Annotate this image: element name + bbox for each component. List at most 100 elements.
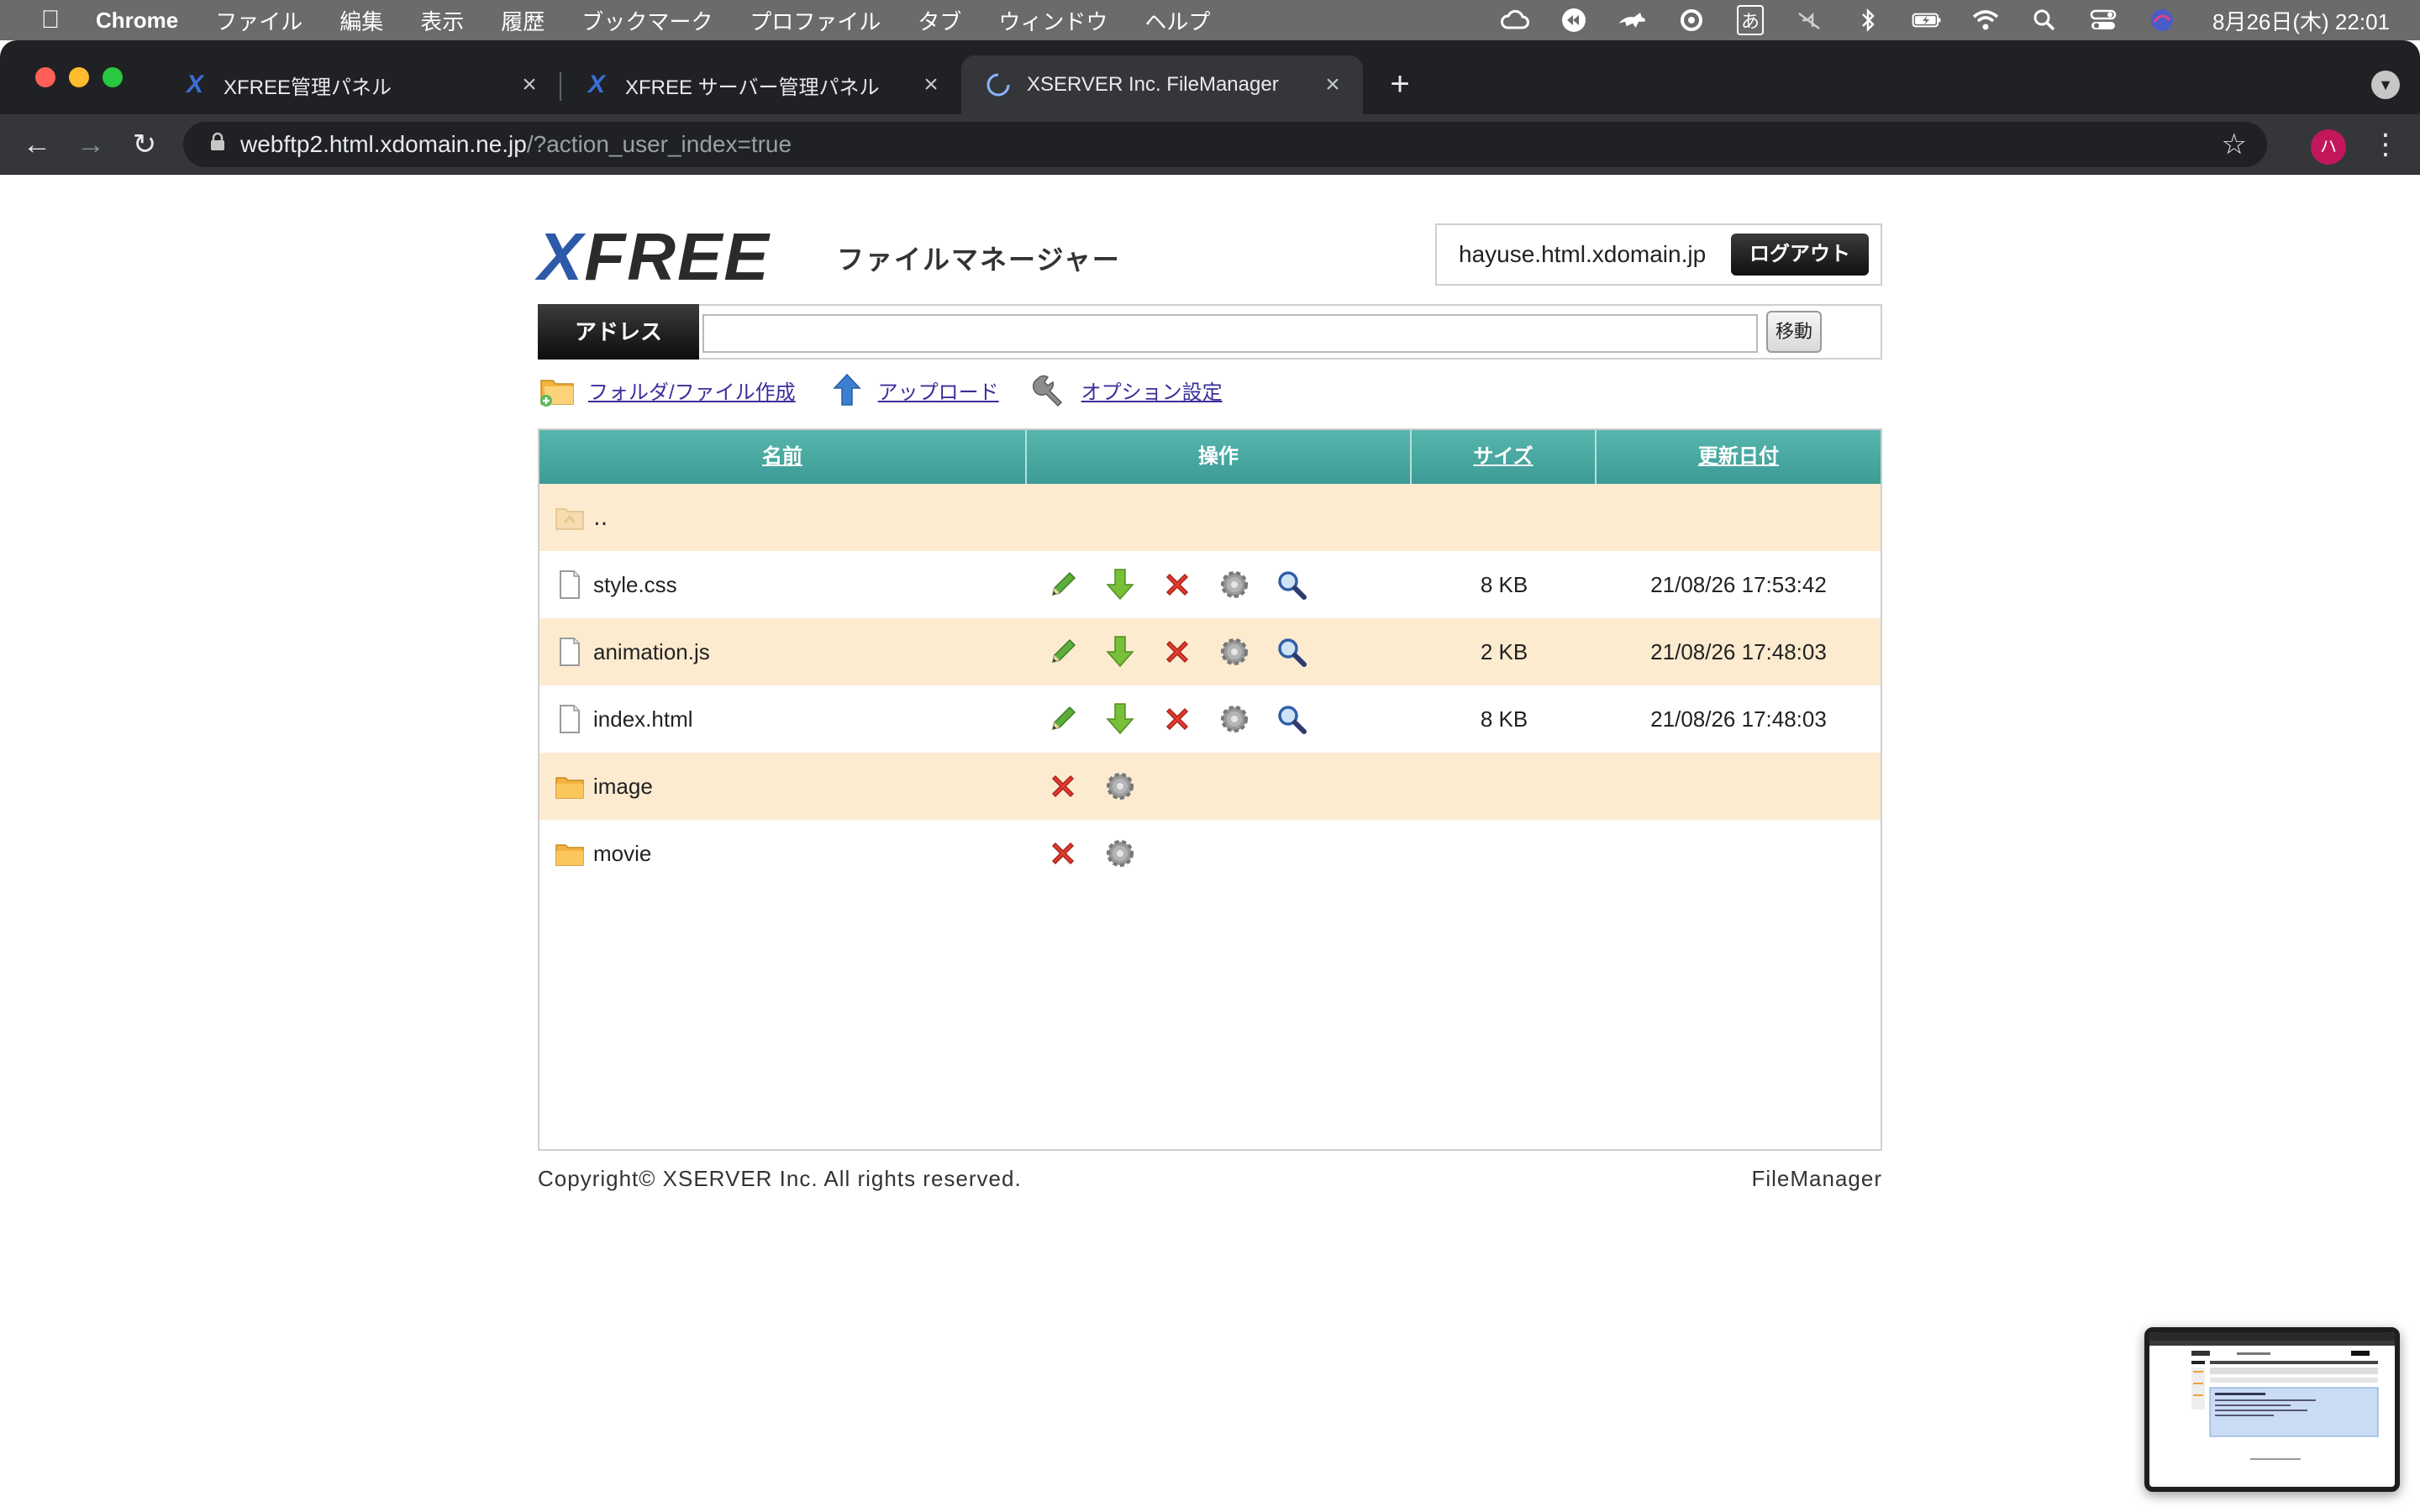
browser-menu-icon[interactable]: ⋮ [2371, 126, 2400, 163]
delete-x-icon[interactable] [1042, 765, 1084, 807]
address-label: アドレス [538, 304, 699, 360]
creative-cloud-icon[interactable] [1500, 7, 1530, 34]
permission-gear-icon[interactable] [1213, 698, 1255, 740]
table-row-parent[interactable]: ‥ [539, 484, 1881, 551]
browser-tab-filemanager[interactable]: XSERVER Inc. FileManager × [961, 55, 1363, 114]
browser-toolbar: ← → ↻ webftp2.html.xdomain.ne.jp/?action… [0, 114, 2420, 175]
edit-pencil-icon[interactable] [1042, 698, 1084, 740]
tab-search-chevron-icon[interactable]: ▼ [2371, 71, 2400, 99]
delete-x-icon[interactable] [1042, 832, 1084, 874]
view-magnifier-icon[interactable] [1270, 698, 1313, 740]
menubar-edit[interactable]: 編集 [339, 5, 383, 36]
menubar-tab[interactable]: タブ [918, 5, 961, 36]
user-host: hayuse.html.xdomain.jp [1459, 241, 1707, 267]
menubar-window[interactable]: ウィンドウ [998, 5, 1107, 36]
go-button[interactable]: 移動 [1766, 311, 1822, 353]
file-name[interactable]: animation.js [593, 639, 710, 665]
column-header-name[interactable]: 名前 [539, 430, 1027, 484]
delete-x-icon[interactable] [1156, 564, 1198, 606]
folder-icon [555, 769, 585, 803]
mute-icon[interactable] [1794, 7, 1824, 34]
apple-icon[interactable]:  [34, 6, 67, 34]
macos-menubar:  Chrome ファイル 編集 表示 履歴 ブックマーク プロファイル タブ … [0, 0, 2420, 40]
edit-pencil-icon[interactable] [1042, 564, 1084, 606]
control-center-icon[interactable] [2088, 7, 2118, 34]
forward-arrow-icon[interactable]: → [71, 124, 111, 165]
xfree-x-icon: X [186, 71, 203, 98]
screenshot-thumbnail-preview[interactable] [2144, 1327, 2400, 1492]
menubar-help[interactable]: ヘルプ [1144, 5, 1210, 36]
menubar-datetime[interactable]: 8月26日(木) 22:01 [2212, 5, 2390, 36]
table-header: 名前 操作 サイズ 更新日付 [539, 430, 1881, 484]
permission-gear-icon[interactable] [1099, 765, 1141, 807]
view-magnifier-icon[interactable] [1270, 631, 1313, 673]
window-zoom-button[interactable] [103, 67, 123, 87]
edit-pencil-icon[interactable] [1042, 631, 1084, 673]
table-row: movie [539, 820, 1881, 887]
profile-avatar[interactable]: ハ [2311, 129, 2346, 165]
runcat-icon[interactable] [1618, 7, 1648, 34]
menubar-file[interactable]: ファイル [215, 5, 302, 36]
permission-gear-icon[interactable] [1213, 564, 1255, 606]
rewind-icon[interactable] [1559, 7, 1589, 34]
cell-size: 8 KB [1480, 571, 1528, 597]
lock-icon[interactable] [195, 132, 240, 158]
parent-dir-label[interactable]: ‥ [593, 505, 608, 531]
cell-operations [1027, 765, 1412, 807]
fm-footer: Copyright© XSERVER Inc. All rights reser… [538, 1166, 1882, 1200]
back-arrow-icon[interactable]: ← [17, 124, 57, 165]
sync-circle-icon[interactable] [1676, 7, 1707, 34]
bookmark-star-icon[interactable]: ☆ [2222, 128, 2247, 161]
upload-icon [828, 370, 866, 409]
folder-name[interactable]: image [593, 774, 653, 800]
fm-header: XFREE ファイルマネージャー hayuse.html.xdomain.jp … [538, 215, 1882, 299]
menubar-app-name[interactable]: Chrome [96, 8, 178, 34]
column-header-operation: 操作 [1027, 430, 1412, 484]
menubar-profiles[interactable]: プロファイル [750, 5, 881, 36]
download-arrow-icon[interactable] [1099, 698, 1141, 740]
tab-close-icon[interactable]: × [514, 70, 544, 100]
new-tab-button[interactable]: + [1381, 66, 1418, 102]
bluetooth-icon[interactable] [1853, 7, 1883, 34]
download-arrow-icon[interactable] [1099, 631, 1141, 673]
tab-close-icon[interactable]: × [916, 70, 946, 100]
column-header-date[interactable]: 更新日付 [1597, 430, 1881, 484]
column-header-size[interactable]: サイズ [1412, 430, 1597, 484]
file-name[interactable]: style.css [593, 572, 677, 598]
upload-link[interactable]: アップロード [828, 370, 999, 409]
url-path: /?action_user_index=true [526, 131, 792, 157]
file-name[interactable]: index.html [593, 706, 693, 732]
address-input[interactable] [702, 314, 1758, 353]
menubar-history[interactable]: 履歴 [501, 5, 544, 36]
menubar-bookmarks[interactable]: ブックマーク [581, 5, 713, 36]
option-settings-link[interactable]: オプション設定 [1031, 370, 1223, 409]
browser-tabstrip: X XFREE管理パネル × X XFREE サーバー管理パネル × XSERV… [0, 40, 2420, 114]
window-close-button[interactable] [35, 67, 55, 87]
wifi-icon[interactable] [1970, 7, 2001, 34]
battery-icon[interactable] [1912, 7, 1942, 34]
permission-gear-icon[interactable] [1213, 631, 1255, 673]
delete-x-icon[interactable] [1156, 698, 1198, 740]
siri-icon[interactable] [2147, 7, 2177, 34]
delete-x-icon[interactable] [1156, 631, 1198, 673]
spotlight-search-icon[interactable] [2029, 7, 2060, 34]
xfree-x-icon: X [587, 71, 605, 98]
create-folder-file-link[interactable]: フォルダ/ファイル作成 [538, 370, 796, 409]
menubar-status-area: あ 8月26日(木) 22:01 [1500, 0, 2390, 40]
fm-actions: フォルダ/ファイル作成 アップロード オプション設定 [538, 370, 1882, 410]
address-bar[interactable]: webftp2.html.xdomain.ne.jp/?action_user_… [183, 122, 2267, 167]
view-magnifier-icon[interactable] [1270, 564, 1313, 606]
logout-button[interactable]: ログアウト [1731, 234, 1869, 276]
browser-tab-xfree-panel[interactable]: X XFREE管理パネル × [158, 55, 560, 114]
browser-tab-xfree-server-panel[interactable]: X XFREE サーバー管理パネル × [560, 55, 961, 114]
menubar-view[interactable]: 表示 [420, 5, 464, 36]
permission-gear-icon[interactable] [1099, 832, 1141, 874]
cell-operations [1027, 631, 1412, 673]
window-minimize-button[interactable] [69, 67, 89, 87]
reload-icon[interactable]: ↻ [124, 124, 165, 165]
download-arrow-icon[interactable] [1099, 564, 1141, 606]
folder-name[interactable]: movie [593, 841, 651, 867]
upload-label: アップロード [877, 381, 999, 404]
input-method-icon[interactable]: あ [1735, 5, 1765, 35]
tab-close-icon[interactable]: × [1318, 70, 1348, 100]
